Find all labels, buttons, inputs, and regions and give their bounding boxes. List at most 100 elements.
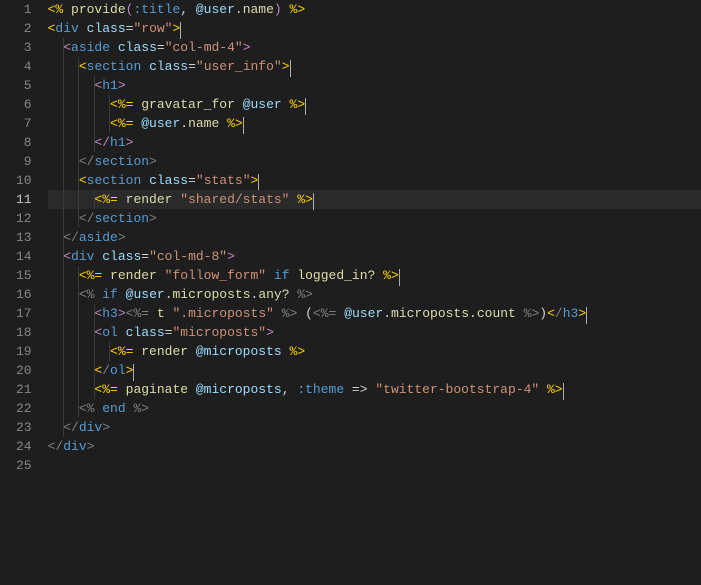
code-token: , [282, 382, 298, 397]
code-token: %> [133, 401, 149, 416]
code-line[interactable]: </section> [48, 152, 701, 171]
code-token: :theme [297, 382, 344, 397]
code-token [188, 344, 196, 359]
code-line[interactable]: <section class="stats"> [48, 171, 701, 190]
code-token: div [63, 439, 86, 454]
code-token [118, 287, 126, 302]
code-token: provide [71, 2, 126, 17]
code-line[interactable]: </aside> [48, 228, 701, 247]
code-token [157, 268, 165, 283]
code-token: . [235, 2, 243, 17]
code-line[interactable]: <aside class="col-md-4"> [48, 38, 701, 57]
code-token: <%= [126, 306, 149, 321]
code-token: aside [71, 40, 110, 55]
code-line[interactable]: <% provide(:title, @user.name) %> [48, 0, 701, 19]
code-line[interactable]: <div class="row"> [48, 19, 701, 38]
code-token: count [477, 306, 516, 321]
line-number: 21 [16, 380, 32, 399]
cursor-caret [399, 269, 400, 286]
line-number: 9 [16, 152, 32, 171]
code-token: </ [94, 135, 110, 150]
code-token: %> [297, 192, 313, 207]
code-line[interactable]: <%= @user.name %> [48, 114, 701, 133]
code-line[interactable]: <% if @user.microposts.any? %> [48, 285, 701, 304]
code-token: h1 [110, 135, 126, 150]
code-token: %> [290, 344, 306, 359]
code-token [102, 268, 110, 283]
line-number: 6 [16, 95, 32, 114]
line-number: 12 [16, 209, 32, 228]
code-token: < [63, 40, 71, 55]
code-token: name [243, 2, 274, 17]
code-token: <%= [94, 192, 117, 207]
code-token: class [149, 59, 188, 74]
code-token [79, 21, 87, 36]
code-token: "twitter-bootstrap-4" [375, 382, 539, 397]
code-line[interactable]: <h1> [48, 76, 701, 95]
code-line[interactable]: <%= paginate @microposts, :theme => "twi… [48, 380, 701, 399]
code-line[interactable] [48, 456, 701, 475]
code-token: > [266, 325, 274, 340]
code-token: paginate [126, 382, 188, 397]
code-line[interactable]: <%= render "shared/stats" %> [48, 190, 701, 209]
code-line[interactable]: </div> [48, 437, 701, 456]
line-number: 15 [16, 266, 32, 285]
code-token: %> [282, 306, 298, 321]
code-line[interactable]: </div> [48, 418, 701, 437]
code-token [516, 306, 524, 321]
code-token: h3 [563, 306, 579, 321]
code-token [297, 306, 305, 321]
code-token: logged_in? [297, 268, 375, 283]
code-token: . [180, 116, 188, 131]
code-token: @microposts [196, 382, 282, 397]
code-token: "shared/stats" [180, 192, 289, 207]
cursor-caret [313, 193, 314, 210]
code-line[interactable]: </h1> [48, 133, 701, 152]
line-number: 11 [16, 190, 32, 209]
code-line[interactable]: <div class="col-md-8"> [48, 247, 701, 266]
code-area[interactable]: <% provide(:title, @user.name) %><div cl… [40, 0, 701, 585]
code-token: @microposts [196, 344, 282, 359]
code-token: @user [344, 306, 383, 321]
code-token [219, 116, 227, 131]
code-token: gravatar_for [141, 97, 235, 112]
code-line[interactable]: <section class="user_info"> [48, 57, 701, 76]
line-number: 23 [16, 418, 32, 437]
code-line[interactable]: <% end %> [48, 399, 701, 418]
code-token: > [578, 306, 586, 321]
code-token: "col-md-8" [149, 249, 227, 264]
code-line[interactable]: <h3><%= t ".microposts" %> (<%= @user.mi… [48, 304, 701, 323]
code-token: %> [383, 268, 399, 283]
code-token [118, 192, 126, 207]
code-token: "user_info" [196, 59, 282, 74]
line-number: 19 [16, 342, 32, 361]
code-token: @user [243, 97, 282, 112]
code-token [539, 382, 547, 397]
code-line[interactable]: <ol class="microposts"> [48, 323, 701, 342]
code-token: "follow_form" [165, 268, 266, 283]
code-line[interactable]: </ol> [48, 361, 701, 380]
code-token: h1 [102, 78, 118, 93]
code-token: > [118, 78, 126, 93]
code-token: <%= [313, 306, 336, 321]
code-editor[interactable]: 1234567891011121314151617181920212223242… [0, 0, 701, 585]
code-token: section [94, 211, 149, 226]
code-token [110, 40, 118, 55]
line-number: 16 [16, 285, 32, 304]
code-token: . [469, 306, 477, 321]
line-number: 8 [16, 133, 32, 152]
code-token: ( [305, 306, 313, 321]
code-line[interactable]: <%= render "follow_form" if logged_in? %… [48, 266, 701, 285]
code-line[interactable]: <%= render @microposts %> [48, 342, 701, 361]
code-token: microposts [391, 306, 469, 321]
code-line[interactable]: <%= gravatar_for @user %> [48, 95, 701, 114]
code-token: class [126, 325, 165, 340]
code-line[interactable]: </section> [48, 209, 701, 228]
code-token: > [102, 420, 110, 435]
code-token: . [383, 306, 391, 321]
code-token: end [102, 401, 125, 416]
code-token [282, 2, 290, 17]
line-number: 17 [16, 304, 32, 323]
line-number: 13 [16, 228, 32, 247]
cursor-caret [133, 364, 134, 381]
